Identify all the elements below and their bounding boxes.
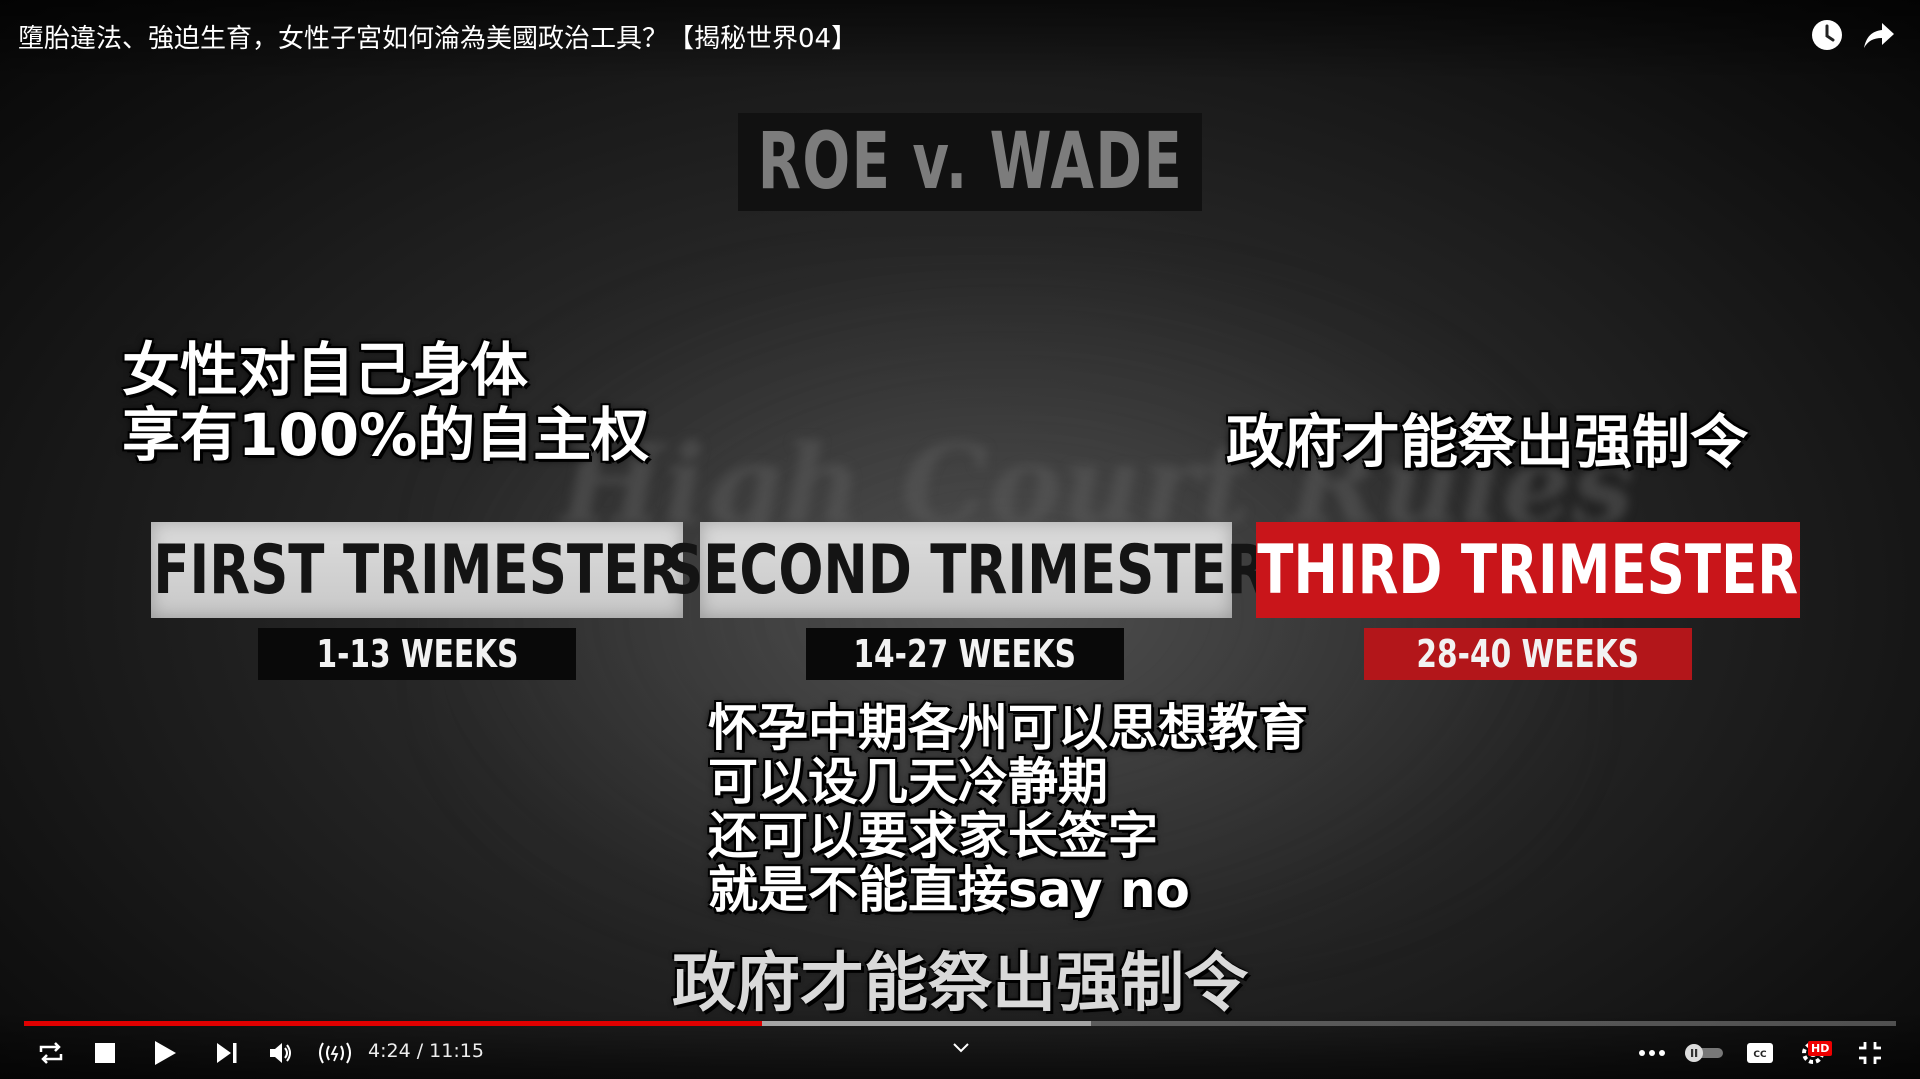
- stop-icon[interactable]: [90, 1036, 120, 1070]
- live-broadcast-icon[interactable]: [314, 1036, 356, 1070]
- first-trimester-weeks: 1-13 WEEKS: [258, 628, 576, 680]
- second-trimester-label: SECOND TRIMESTER: [664, 530, 1268, 610]
- hd-badge: HD: [1808, 1041, 1833, 1056]
- captions-icon[interactable]: CC: [1744, 1036, 1776, 1070]
- chevron-down-icon[interactable]: [946, 1036, 976, 1060]
- share-arrow-icon[interactable]: [1862, 18, 1896, 52]
- svg-text:CC: CC: [1753, 1050, 1767, 1060]
- third-trimester-label: THIRD TRIMESTER: [1257, 530, 1799, 610]
- progress-bar[interactable]: [24, 1021, 1896, 1026]
- exit-fullscreen-icon[interactable]: [1854, 1036, 1886, 1070]
- caption-middle-line: 怀孕中期各州可以思想教育: [708, 699, 1308, 757]
- current-time: 4:24: [368, 1040, 411, 1062]
- second-trimester-panel: SECOND TRIMESTER: [665, 522, 1267, 618]
- title-bar: 墮胎違法、強迫生育，女性子宮如何淪為美國政治工具？【揭秘世界04】: [0, 0, 1920, 80]
- time-separator: /: [410, 1040, 430, 1062]
- more-icon[interactable]: [1636, 1036, 1668, 1070]
- case-title: ROE v. WADE: [757, 117, 1183, 207]
- volume-icon[interactable]: [266, 1036, 296, 1070]
- duration: 11:15: [429, 1040, 484, 1062]
- first-trimester-label: FIRST TRIMESTER: [153, 530, 681, 610]
- video-player[interactable]: High Court Rules ROE v. WADE FIRST TRIME…: [0, 0, 1920, 1079]
- caption-left-line: 女性对自己身体: [122, 336, 529, 404]
- next-icon[interactable]: [212, 1036, 242, 1070]
- video-title[interactable]: 墮胎違法、強迫生育，女性子宮如何淪為美國政治工具？【揭秘世界04】: [18, 18, 857, 55]
- weeks-label: 28-40 WEEKS: [1416, 632, 1640, 676]
- second-trimester-weeks: 14-27 WEEKS: [806, 628, 1124, 680]
- caption-middle-line: 还可以要求家长签字: [708, 807, 1158, 865]
- progress-played: [24, 1021, 762, 1026]
- case-title-box: ROE v. WADE: [738, 113, 1202, 211]
- caption-left-line: 享有100%的自主权: [122, 401, 650, 469]
- loop-icon[interactable]: [34, 1036, 68, 1070]
- first-trimester-panel: FIRST TRIMESTER: [151, 522, 683, 618]
- play-icon[interactable]: [150, 1036, 180, 1070]
- weeks-label: 14-27 WEEKS: [853, 632, 1077, 676]
- caption-middle-line: 就是不能直接say no: [708, 861, 1190, 919]
- caption-right: 政府才能祭出强制令: [1226, 408, 1749, 476]
- third-trimester-panel: THIRD TRIMESTER: [1256, 522, 1800, 618]
- caption-middle-line: 可以设几天冷静期: [708, 753, 1108, 811]
- weeks-label: 1-13 WEEKS: [316, 632, 518, 676]
- third-trimester-weeks: 28-40 WEEKS: [1364, 628, 1692, 680]
- autoplay-toggle-icon[interactable]: [1682, 1036, 1726, 1070]
- clock-icon[interactable]: [1810, 18, 1844, 52]
- time-display: 4:24 / 11:15: [368, 1040, 484, 1062]
